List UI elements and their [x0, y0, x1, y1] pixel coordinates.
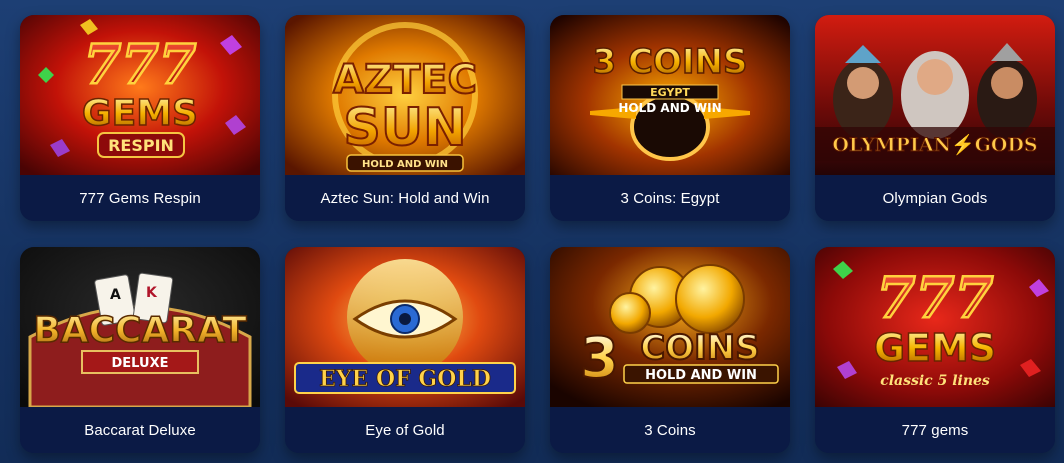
game-card-eye-of-gold[interactable]: EYE OF GOLD Eye of Gold: [285, 247, 525, 453]
title-art-gems: GEMS: [874, 326, 996, 370]
game-art: 777 GEMS classic 5 lines: [815, 247, 1055, 407]
game-title[interactable]: 777 Gems Respin: [20, 175, 260, 221]
title-art-3: 3: [580, 326, 619, 391]
title-art-respin: RESPIN: [108, 136, 174, 155]
title-art-sun: SUN: [343, 98, 466, 158]
game-thumbnail[interactable]: A K BACCARAT DELUXE: [20, 247, 260, 407]
title-art-deluxe: DELUXE: [112, 356, 169, 371]
title-art-gems: GEMS: [82, 93, 198, 134]
game-art: 777 GEMS RESPIN: [20, 15, 260, 175]
game-art: EYE OF GOLD: [285, 247, 525, 407]
title-art-olympian-gods: OLYMPIAN⚡GODS: [832, 133, 1037, 156]
game-title[interactable]: 777 gems: [815, 407, 1055, 453]
game-card-777-gems-respin[interactable]: 777 GEMS RESPIN 777 Gems Respin: [20, 15, 260, 221]
title-art-hold-and-win: HOLD AND WIN: [645, 368, 757, 383]
game-thumbnail[interactable]: OLYMPIAN⚡GODS: [815, 15, 1055, 175]
game-title[interactable]: 3 Coins: Egypt: [550, 175, 790, 221]
game-card-aztec-sun[interactable]: AZTEC SUN HOLD AND WIN Aztec Sun: Hold a…: [285, 15, 525, 221]
game-art: A K BACCARAT DELUXE: [20, 247, 260, 407]
title-art-hold-and-win: HOLD AND WIN: [362, 159, 448, 170]
game-title[interactable]: 3 Coins: [550, 407, 790, 453]
game-thumbnail[interactable]: 777 GEMS RESPIN: [20, 15, 260, 175]
game-title[interactable]: Eye of Gold: [285, 407, 525, 453]
game-thumbnail[interactable]: EYE OF GOLD: [285, 247, 525, 407]
game-thumbnail[interactable]: 777 GEMS classic 5 lines: [815, 247, 1055, 407]
title-art-coins: COINS: [640, 328, 759, 368]
game-title[interactable]: Aztec Sun: Hold and Win: [285, 175, 525, 221]
games-grid: 777 GEMS RESPIN 777 Gems Respin AZTEC SU…: [0, 0, 1064, 463]
game-card-baccarat-deluxe[interactable]: A K BACCARAT DELUXE Baccarat Deluxe: [20, 247, 260, 453]
game-art: OLYMPIAN⚡GODS: [815, 15, 1055, 175]
game-art: 3 COINS EGYPT HOLD AND WIN: [550, 15, 790, 175]
game-card-3-coins-egypt[interactable]: 3 COINS EGYPT HOLD AND WIN 3 Coins: Egyp…: [550, 15, 790, 221]
game-card-olympian-gods[interactable]: OLYMPIAN⚡GODS Olympian Gods: [815, 15, 1055, 221]
title-art-777: 777: [84, 32, 197, 96]
svg-text:K: K: [146, 285, 158, 301]
title-art-baccarat: BACCARAT: [33, 310, 247, 351]
title-art-777: 777: [877, 265, 994, 331]
title-art-egypt: EGYPT: [650, 86, 690, 99]
game-title[interactable]: Baccarat Deluxe: [20, 407, 260, 453]
title-art-hold-and-win: HOLD AND WIN: [618, 101, 721, 115]
game-art: 3 COINS HOLD AND WIN: [550, 247, 790, 407]
game-card-3-coins[interactable]: 3 COINS HOLD AND WIN 3 Coins: [550, 247, 790, 453]
game-art: AZTEC SUN HOLD AND WIN: [285, 15, 525, 175]
game-thumbnail[interactable]: AZTEC SUN HOLD AND WIN: [285, 15, 525, 175]
game-thumbnail[interactable]: 3 COINS HOLD AND WIN: [550, 247, 790, 407]
game-card-777-gems[interactable]: 777 GEMS classic 5 lines 777 gems: [815, 247, 1055, 453]
svg-text:A: A: [110, 287, 121, 303]
game-thumbnail[interactable]: 3 COINS EGYPT HOLD AND WIN: [550, 15, 790, 175]
title-art-aztec: AZTEC: [333, 57, 477, 103]
title-art-3coins: 3 COINS: [593, 42, 748, 82]
title-art-eye-of-gold: EYE OF GOLD: [319, 366, 491, 392]
game-title[interactable]: Olympian Gods: [815, 175, 1055, 221]
title-art-classic-5-lines: classic 5 lines: [880, 373, 990, 389]
